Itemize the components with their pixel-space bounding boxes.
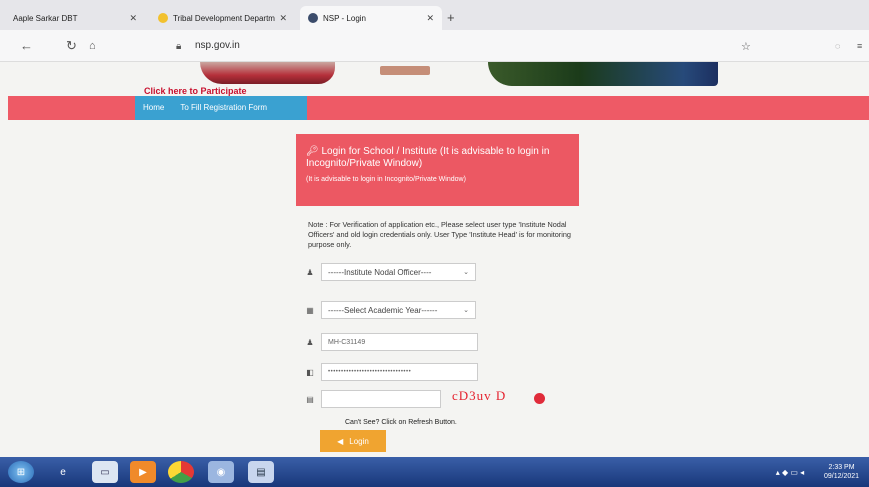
key-icon: 🔑︎ — [306, 146, 322, 157]
banner-badge — [380, 66, 430, 75]
document-icon[interactable]: ▤ — [248, 461, 274, 483]
captcha-row: ▤ — [305, 390, 441, 408]
tab-aaple-sarkar[interactable]: Aaple Sarkar DBT ✕ — [5, 6, 145, 30]
participate-link[interactable]: Click here to Participate — [144, 86, 247, 96]
new-tab-icon[interactable]: + — [447, 10, 455, 25]
firefox-icon[interactable]: ◉ — [208, 461, 234, 483]
password-input[interactable]: •••••••••••••••••••••••••••••••• — [321, 363, 478, 381]
login-button[interactable]: ◀ Login — [320, 430, 386, 452]
tab-tribal-development[interactable]: Tribal Development Departm ✕ — [150, 6, 295, 30]
close-icon[interactable]: ✕ — [279, 13, 287, 24]
captcha-icon: ▤ — [306, 394, 314, 404]
captcha-image: cD3uv D — [452, 388, 507, 403]
tab-nsp-login[interactable]: NSP - Login ✕ — [300, 6, 442, 30]
login-note: Note : For Verification of application e… — [308, 220, 571, 249]
tab-label: Tribal Development Departm — [173, 13, 275, 23]
tab-favicon-icon — [158, 13, 168, 23]
user-type-select[interactable]: ------Institute Nodal Officer---- ⌄ — [321, 263, 476, 281]
back-arrow-icon[interactable]: ← — [20, 38, 33, 53]
chevron-down-icon: ⌄ — [463, 307, 469, 314]
chrome-icon[interactable] — [168, 461, 194, 483]
internet-explorer-icon[interactable]: e — [50, 461, 76, 483]
captcha-input[interactable] — [321, 390, 441, 408]
user-type-row: ♟ ------Institute Nodal Officer---- ⌄ — [305, 263, 476, 281]
taskbar-clock[interactable]: 2:33 PM 09/12/2021 — [824, 463, 859, 481]
header-banner-image-right — [488, 62, 718, 86]
tab-label: NSP - Login — [323, 13, 366, 23]
login-button-label: Login — [349, 436, 369, 446]
system-tray[interactable]: ▴ ◆ ▭ ◂ — [760, 461, 820, 483]
menu-item-registration-form[interactable]: To Fill Registration Form — [172, 96, 275, 120]
password-row: ◧ •••••••••••••••••••••••••••••••• — [305, 363, 478, 381]
pocket-icon[interactable]: ◌ — [835, 41, 840, 51]
refresh-captcha-icon[interactable] — [534, 393, 545, 404]
home-icon[interactable]: ⌂ — [89, 40, 96, 52]
chevron-down-icon: ⌄ — [463, 269, 469, 276]
address-bar[interactable]: nsp.gov.in — [195, 40, 240, 51]
reload-icon[interactable]: ↻ — [66, 38, 77, 54]
user-icon: ♟ — [306, 337, 314, 347]
user-type-value: ------Institute Nodal Officer---- — [328, 267, 432, 277]
user-icon: ♟ — [306, 267, 314, 277]
lock-icon: 🔒︎ — [176, 41, 182, 52]
media-player-icon[interactable]: ▶ — [130, 461, 156, 483]
menu-icon[interactable]: ≡ — [857, 41, 862, 51]
academic-year-value: ------Select Academic Year------ — [328, 305, 438, 315]
clock-date: 09/12/2021 — [824, 473, 860, 480]
tab-label: Aaple Sarkar DBT — [13, 13, 78, 23]
header-banner-image — [200, 62, 335, 84]
clock-time: 2:33 PM — [828, 464, 855, 471]
username-row: ♟ MH-C31149 — [305, 333, 478, 351]
login-subtitle: (It is advisable to login in Incognito/P… — [306, 176, 466, 183]
login-panel-header: 🔑︎ Login for School / Institute (It is a… — [296, 134, 579, 206]
calendar-icon: ▦ — [306, 305, 314, 315]
menu-links: Home To Fill Registration Form — [135, 96, 307, 120]
academic-year-row: ▦ ------Select Academic Year------ ⌄ — [305, 301, 476, 319]
close-icon[interactable]: ✕ — [426, 13, 434, 24]
login-title: Login for School / Institute (It is advi… — [306, 146, 550, 169]
file-explorer-icon[interactable]: ▭ — [92, 461, 118, 483]
academic-year-select[interactable]: ------Select Academic Year------ ⌄ — [321, 301, 476, 319]
bookmark-star-icon[interactable]: ☆ — [741, 40, 751, 53]
tab-favicon-icon — [308, 13, 318, 23]
close-icon[interactable]: ✕ — [129, 13, 137, 24]
menu-item-home[interactable]: Home — [135, 96, 172, 120]
captcha-help-text: Can't See? Click on Refresh Button. — [345, 419, 457, 426]
browser-toolbar — [0, 30, 869, 62]
lock-icon: ◧ — [306, 367, 314, 377]
username-input[interactable]: MH-C31149 — [321, 333, 478, 351]
send-icon: ◀ — [337, 436, 344, 446]
start-button[interactable]: ⊞ — [8, 461, 34, 483]
